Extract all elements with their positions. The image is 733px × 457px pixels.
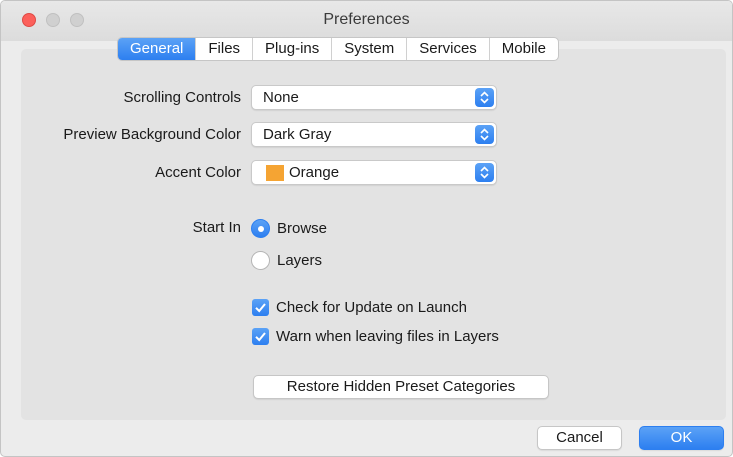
- accent-color-label: Accent Color: [155, 164, 241, 181]
- ok-button[interactable]: OK: [639, 426, 724, 450]
- tab-bar: General Files Plug-ins System Services M…: [117, 37, 559, 61]
- preview-background-select[interactable]: Dark Gray: [251, 122, 497, 147]
- window-title: Preferences: [323, 11, 410, 28]
- preview-background-label: Preview Background Color: [63, 126, 241, 143]
- scrolling-controls-select[interactable]: None: [251, 85, 497, 110]
- checkmark-icon: [255, 332, 266, 342]
- tab-general[interactable]: General: [118, 38, 196, 60]
- preferences-window: Preferences General Files Plug-ins Syste…: [0, 0, 733, 457]
- updown-chevron-icon: [475, 88, 494, 107]
- scrolling-controls-label: Scrolling Controls: [123, 89, 241, 106]
- browse-radio-label[interactable]: Browse: [277, 220, 327, 237]
- warn-leaving-label[interactable]: Warn when leaving files in Layers: [276, 328, 499, 345]
- warn-leaving-checkbox[interactable]: [252, 328, 269, 345]
- check-updates-label[interactable]: Check for Update on Launch: [276, 299, 467, 316]
- title-bar[interactable]: Preferences: [1, 1, 732, 41]
- accent-color-select[interactable]: Orange: [251, 160, 497, 185]
- layers-radio-label[interactable]: Layers: [277, 252, 322, 269]
- start-in-label: Start In: [192, 219, 241, 236]
- updown-chevron-icon: [475, 163, 494, 182]
- tab-system[interactable]: System: [331, 38, 406, 60]
- scrolling-controls-value: None: [263, 89, 299, 106]
- layers-radio[interactable]: [251, 251, 270, 270]
- tab-services[interactable]: Services: [406, 38, 489, 60]
- restore-hidden-presets-button[interactable]: Restore Hidden Preset Categories: [253, 375, 549, 399]
- updown-chevron-icon: [475, 125, 494, 144]
- browse-radio[interactable]: [251, 219, 270, 238]
- tab-mobile[interactable]: Mobile: [488, 38, 558, 60]
- cancel-button[interactable]: Cancel: [537, 426, 622, 450]
- preview-background-value: Dark Gray: [263, 126, 332, 143]
- tab-files[interactable]: Files: [195, 38, 252, 60]
- tab-plug-ins[interactable]: Plug-ins: [252, 38, 331, 60]
- orange-swatch-icon: [266, 165, 284, 181]
- accent-color-value: Orange: [289, 164, 340, 181]
- checkmark-icon: [255, 303, 266, 313]
- check-updates-checkbox[interactable]: [252, 299, 269, 316]
